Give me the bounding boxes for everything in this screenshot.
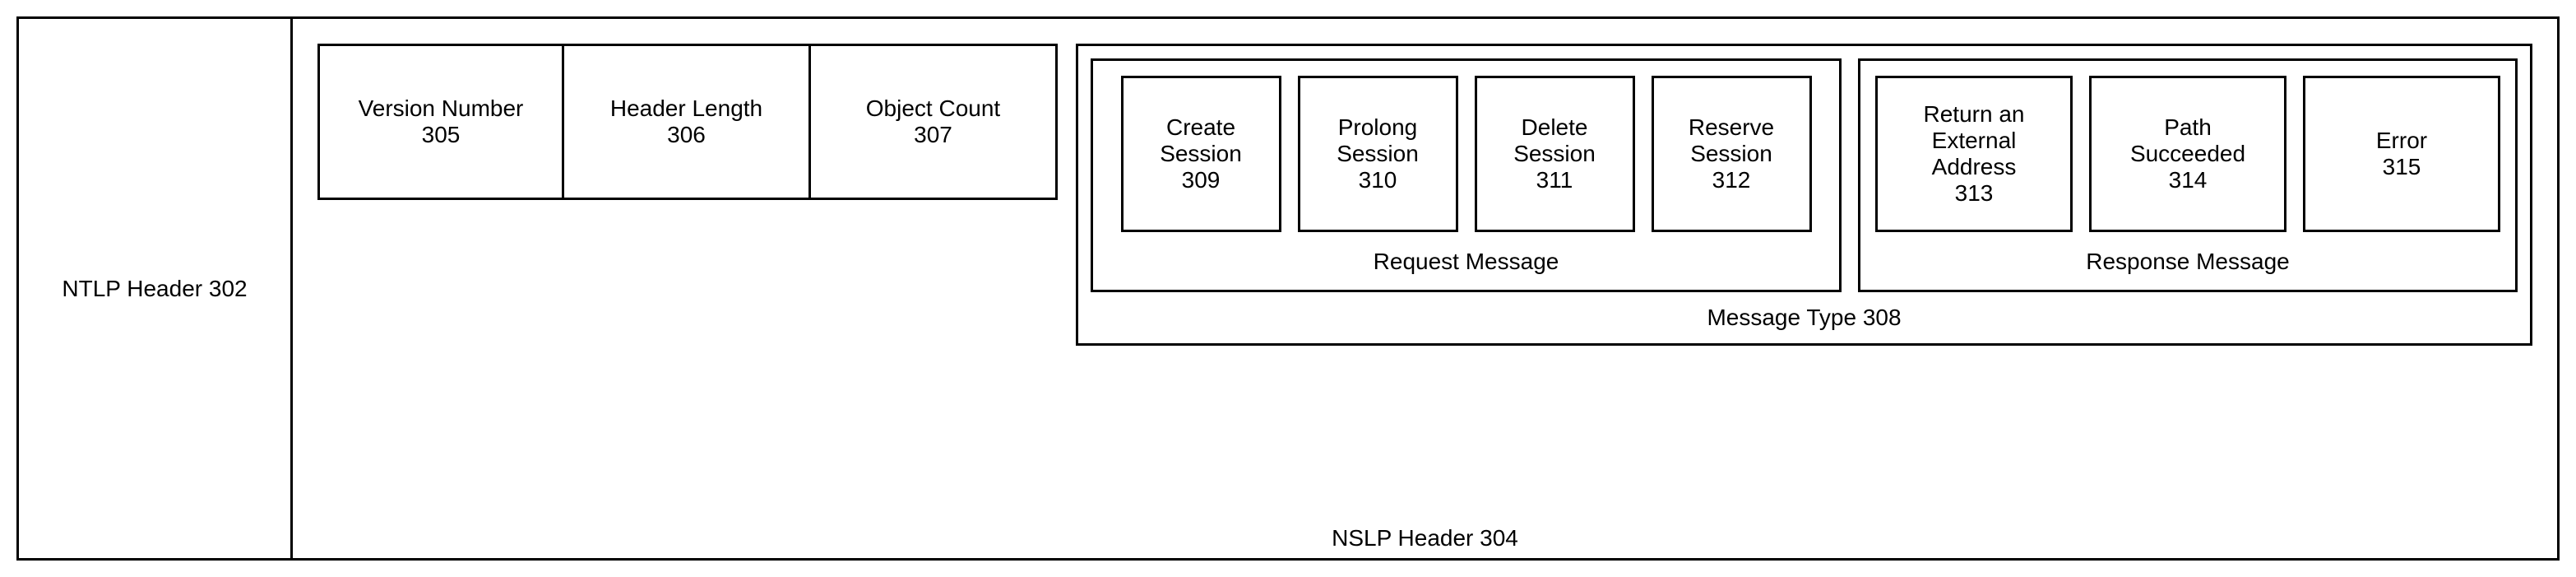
message-type-label: Message Type 308: [1091, 305, 2518, 331]
object-count-title: Object Count: [866, 95, 1000, 122]
request-message-label: Request Message: [1108, 249, 1824, 275]
delete-session-l2: Session: [1513, 141, 1596, 167]
version-number-num: 305: [422, 122, 461, 148]
message-type-row: Create Session 309 Prolong Session 310 D…: [1091, 58, 2518, 292]
return-external-address-box: Return an External Address 313: [1875, 76, 2073, 232]
version-number-box: Version Number 305: [317, 44, 564, 200]
create-session-l1: Create: [1166, 114, 1235, 141]
response-items-row: Return an External Address 313 Path Succ…: [1875, 76, 2500, 232]
create-session-box: Create Session 309: [1121, 76, 1281, 232]
prolong-session-l1: Prolong: [1338, 114, 1418, 141]
object-count-num: 307: [914, 122, 952, 148]
prolong-session-num: 310: [1359, 167, 1397, 193]
error-l1: Error: [2376, 128, 2427, 154]
ret-ext-l3: Address: [1932, 154, 2017, 180]
message-type-box: Create Session 309 Prolong Session 310 D…: [1076, 44, 2532, 346]
version-number-title: Version Number: [359, 95, 524, 122]
delete-session-num: 311: [1536, 167, 1573, 193]
nslp-header-box: Version Number 305 Header Length 306 Obj…: [290, 19, 2557, 558]
error-num: 315: [2383, 154, 2421, 180]
reserve-session-num: 312: [1712, 167, 1751, 193]
prolong-session-box: Prolong Session 310: [1298, 76, 1458, 232]
ret-ext-l2: External: [1932, 128, 2017, 154]
prolong-session-l2: Session: [1337, 141, 1419, 167]
header-length-num: 306: [667, 122, 706, 148]
reserve-session-l2: Session: [1690, 141, 1772, 167]
object-count-box: Object Count 307: [811, 44, 1058, 200]
create-session-l2: Session: [1160, 141, 1242, 167]
header-length-title: Header Length: [610, 95, 762, 122]
request-items-row: Create Session 309 Prolong Session 310 D…: [1108, 76, 1824, 232]
nslp-header-label: NSLP Header 304: [293, 525, 2557, 558]
protocol-header-diagram: NTLP Header 302 Version Number 305 Heade…: [16, 16, 2560, 561]
response-message-label: Response Message: [1875, 249, 2500, 275]
path-ok-l1: Path: [2164, 114, 2212, 141]
response-message-group: Return an External Address 313 Path Succ…: [1858, 58, 2518, 292]
delete-session-l1: Delete: [1522, 114, 1588, 141]
ret-ext-num: 313: [1955, 180, 1994, 207]
delete-session-box: Delete Session 311: [1475, 76, 1635, 232]
ntlp-header-label: NTLP Header 302: [62, 276, 247, 302]
request-message-group: Create Session 309 Prolong Session 310 D…: [1091, 58, 1842, 292]
path-ok-l2: Succeeded: [2130, 141, 2245, 167]
reserve-session-l1: Reserve: [1689, 114, 1774, 141]
ret-ext-l1: Return an: [1924, 101, 2025, 128]
create-session-num: 309: [1182, 167, 1221, 193]
ntlp-header-box: NTLP Header 302: [19, 19, 290, 558]
header-length-box: Header Length 306: [564, 44, 811, 200]
error-box: Error 315: [2303, 76, 2500, 232]
reserve-session-box: Reserve Session 312: [1652, 76, 1812, 232]
path-succeeded-box: Path Succeeded 314: [2089, 76, 2286, 232]
nslp-fields-row: Version Number 305 Header Length 306 Obj…: [293, 19, 2557, 346]
path-ok-num: 314: [2169, 167, 2208, 193]
